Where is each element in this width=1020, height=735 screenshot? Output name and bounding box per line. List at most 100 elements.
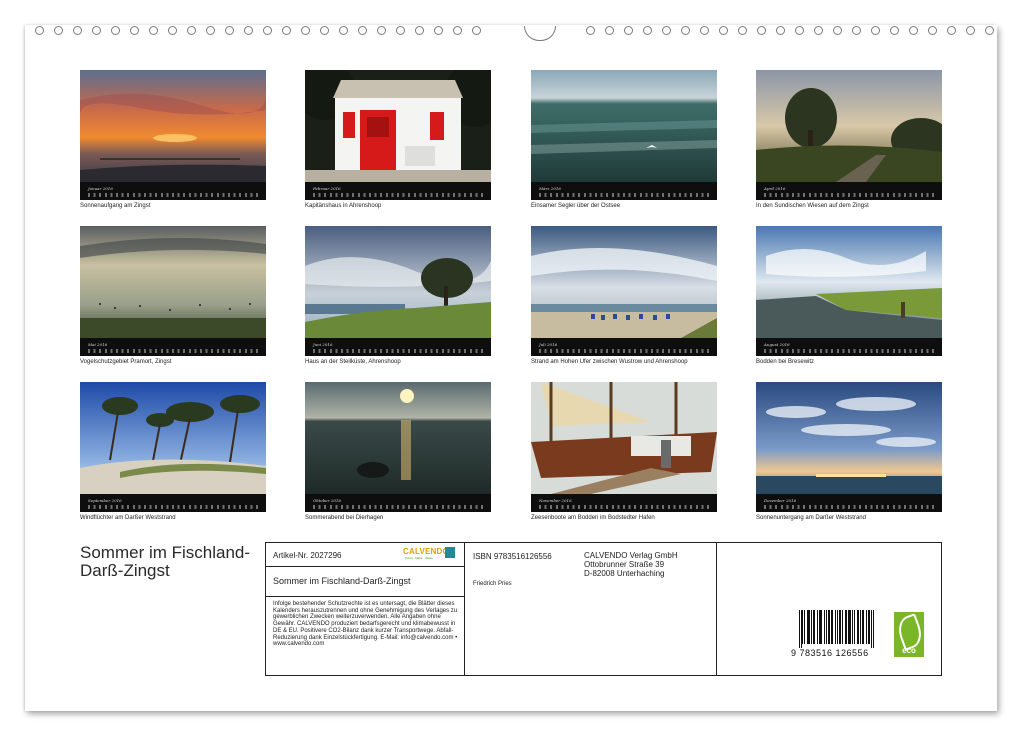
- product-title: Sommer im Fischland-Darß-Zingst: [273, 576, 411, 586]
- calvendo-logo: CALVENDO Kunst · Natur · Reise: [403, 547, 458, 561]
- binding-ring: [206, 26, 215, 35]
- barcode-bar: [804, 610, 805, 644]
- barcode-bar: [852, 610, 853, 644]
- barcode-bar: [819, 610, 820, 644]
- legal-notice: Infolge bestehender Schutzrechte ist es …: [273, 601, 463, 648]
- barcode-bar: [869, 610, 870, 644]
- barcode-bar: [814, 610, 815, 644]
- barcode-bar: [829, 610, 830, 644]
- day-grid: [539, 193, 711, 197]
- binding-ring: [244, 26, 253, 35]
- barcode-bar: [813, 610, 814, 644]
- photo-tile-september: September 2016 Windflüchter am Darßer We…: [80, 382, 266, 521]
- month-label: Dezember 2016: [764, 498, 796, 503]
- barcode-bar: [857, 610, 858, 644]
- photo-caption: Kapitänshaus in Ahrenshoop: [305, 203, 491, 209]
- photo-bodden: August 2016: [756, 226, 942, 356]
- day-grid: [88, 193, 260, 197]
- barcode-bar: [840, 610, 841, 644]
- photo-caption: Zeesenboote am Bodden im Bodstedter Hafe…: [531, 515, 717, 521]
- logo-tagline: Kunst · Natur · Reise: [405, 556, 433, 560]
- binding-ring: [149, 26, 158, 35]
- binding-ring: [643, 26, 652, 35]
- month-label: Oktober 2016: [313, 498, 341, 503]
- logo-wordmark: CALVENDO: [403, 547, 449, 556]
- barcode-bar: [826, 610, 827, 644]
- barcode-bar: [808, 610, 809, 644]
- month-label: September 2016: [88, 498, 122, 503]
- photo-tile-february: Februar 2016 Kapitänshaus in Ahrenshoop: [305, 70, 491, 209]
- barcode-bar: [828, 610, 829, 644]
- binding-ring: [719, 26, 728, 35]
- binding-ring: [187, 26, 196, 35]
- barcode-bar: [863, 610, 864, 644]
- binding-ring: [966, 26, 975, 35]
- photo-tile-november: November 2016 Zeesenboote am Bodden im B…: [531, 382, 717, 521]
- barcode-bar: [832, 610, 833, 644]
- day-grid: [313, 505, 485, 509]
- photo-steep-coast: Juni 2016: [305, 226, 491, 356]
- binding-ring: [54, 26, 63, 35]
- binding-ring: [757, 26, 766, 35]
- month-label: Mai 2016: [88, 342, 107, 347]
- binding-ring: [472, 26, 481, 35]
- photo-caption: In den Sundischen Wiesen auf dem Zingst: [756, 203, 942, 209]
- photo-captains-house: Februar 2016: [305, 70, 491, 200]
- binding-ring: [358, 26, 367, 35]
- barcode: [797, 610, 875, 648]
- binding-ring: [301, 26, 310, 35]
- barcode-bar: [835, 610, 836, 644]
- calendar-strip: November 2016: [531, 494, 717, 512]
- binding-ring: [111, 26, 120, 35]
- day-grid: [539, 349, 711, 353]
- photo-caption: Sonnenuntergang am Darßer Weststrand: [756, 515, 942, 521]
- barcode-bar: [799, 610, 800, 648]
- photo-tile-march: März 2016 Einsamer Segler über der Ostse…: [531, 70, 717, 209]
- barcode-bar: [802, 610, 803, 644]
- binding-ring: [586, 26, 595, 35]
- photo-caption: Haus an der Steilküste, Ahrenshoop: [305, 359, 491, 365]
- barcode-bar: [858, 610, 859, 644]
- photo-sunset-weststrand: Dezember 2016: [756, 382, 942, 512]
- binding-ring: [681, 26, 690, 35]
- photo-caption: Vogelschutzgebiet Pramort, Zingst: [80, 359, 266, 365]
- barcode-bar: [817, 610, 818, 644]
- binding-ring: [396, 26, 405, 35]
- barcode-bar: [846, 610, 847, 644]
- photo-caption: Sommerabend bei Dierhagen: [305, 515, 491, 521]
- publisher-street: Ottobrunner Straße 39: [584, 560, 664, 569]
- binding-ring: [415, 26, 424, 35]
- photo-wind-trees: September 2016: [80, 382, 266, 512]
- spiral-binding: [30, 20, 990, 38]
- day-grid: [88, 505, 260, 509]
- barcode-bar: [871, 610, 872, 648]
- binding-ring: [339, 26, 348, 35]
- month-label: Juni 2016: [313, 342, 333, 347]
- barcode-bar: [837, 610, 838, 644]
- barcode-bar: [807, 610, 808, 644]
- binding-ring: [776, 26, 785, 35]
- calendar-strip: Februar 2016: [305, 182, 491, 200]
- binding-ring: [890, 26, 899, 35]
- binding-ring: [852, 26, 861, 35]
- barcode-bar: [868, 610, 869, 644]
- day-grid: [313, 193, 485, 197]
- binding-ring: [377, 26, 386, 35]
- binding-ring: [700, 26, 709, 35]
- calendar-strip: Januar 2016: [80, 182, 266, 200]
- barcode-bar: [862, 610, 863, 644]
- binding-ring: [168, 26, 177, 35]
- month-label: August 2016: [764, 342, 790, 347]
- barcode-bar: [839, 610, 840, 644]
- barcode-bar: [831, 610, 832, 644]
- photo-tile-october: Oktober 2016 Sommerabend bei Dierhagen: [305, 382, 491, 521]
- eco-badge: eco: [894, 612, 924, 657]
- barcode-bar: [809, 610, 810, 644]
- day-grid: [88, 349, 260, 353]
- binding-ring: [985, 26, 994, 35]
- photo-caption: Strand am Hohen Ufer zwischen Wustrow un…: [531, 359, 717, 365]
- calendar-strip: Juli 2016: [531, 338, 717, 356]
- calendar-strip: September 2016: [80, 494, 266, 512]
- binding-ring: [225, 26, 234, 35]
- eco-label: eco: [894, 646, 924, 655]
